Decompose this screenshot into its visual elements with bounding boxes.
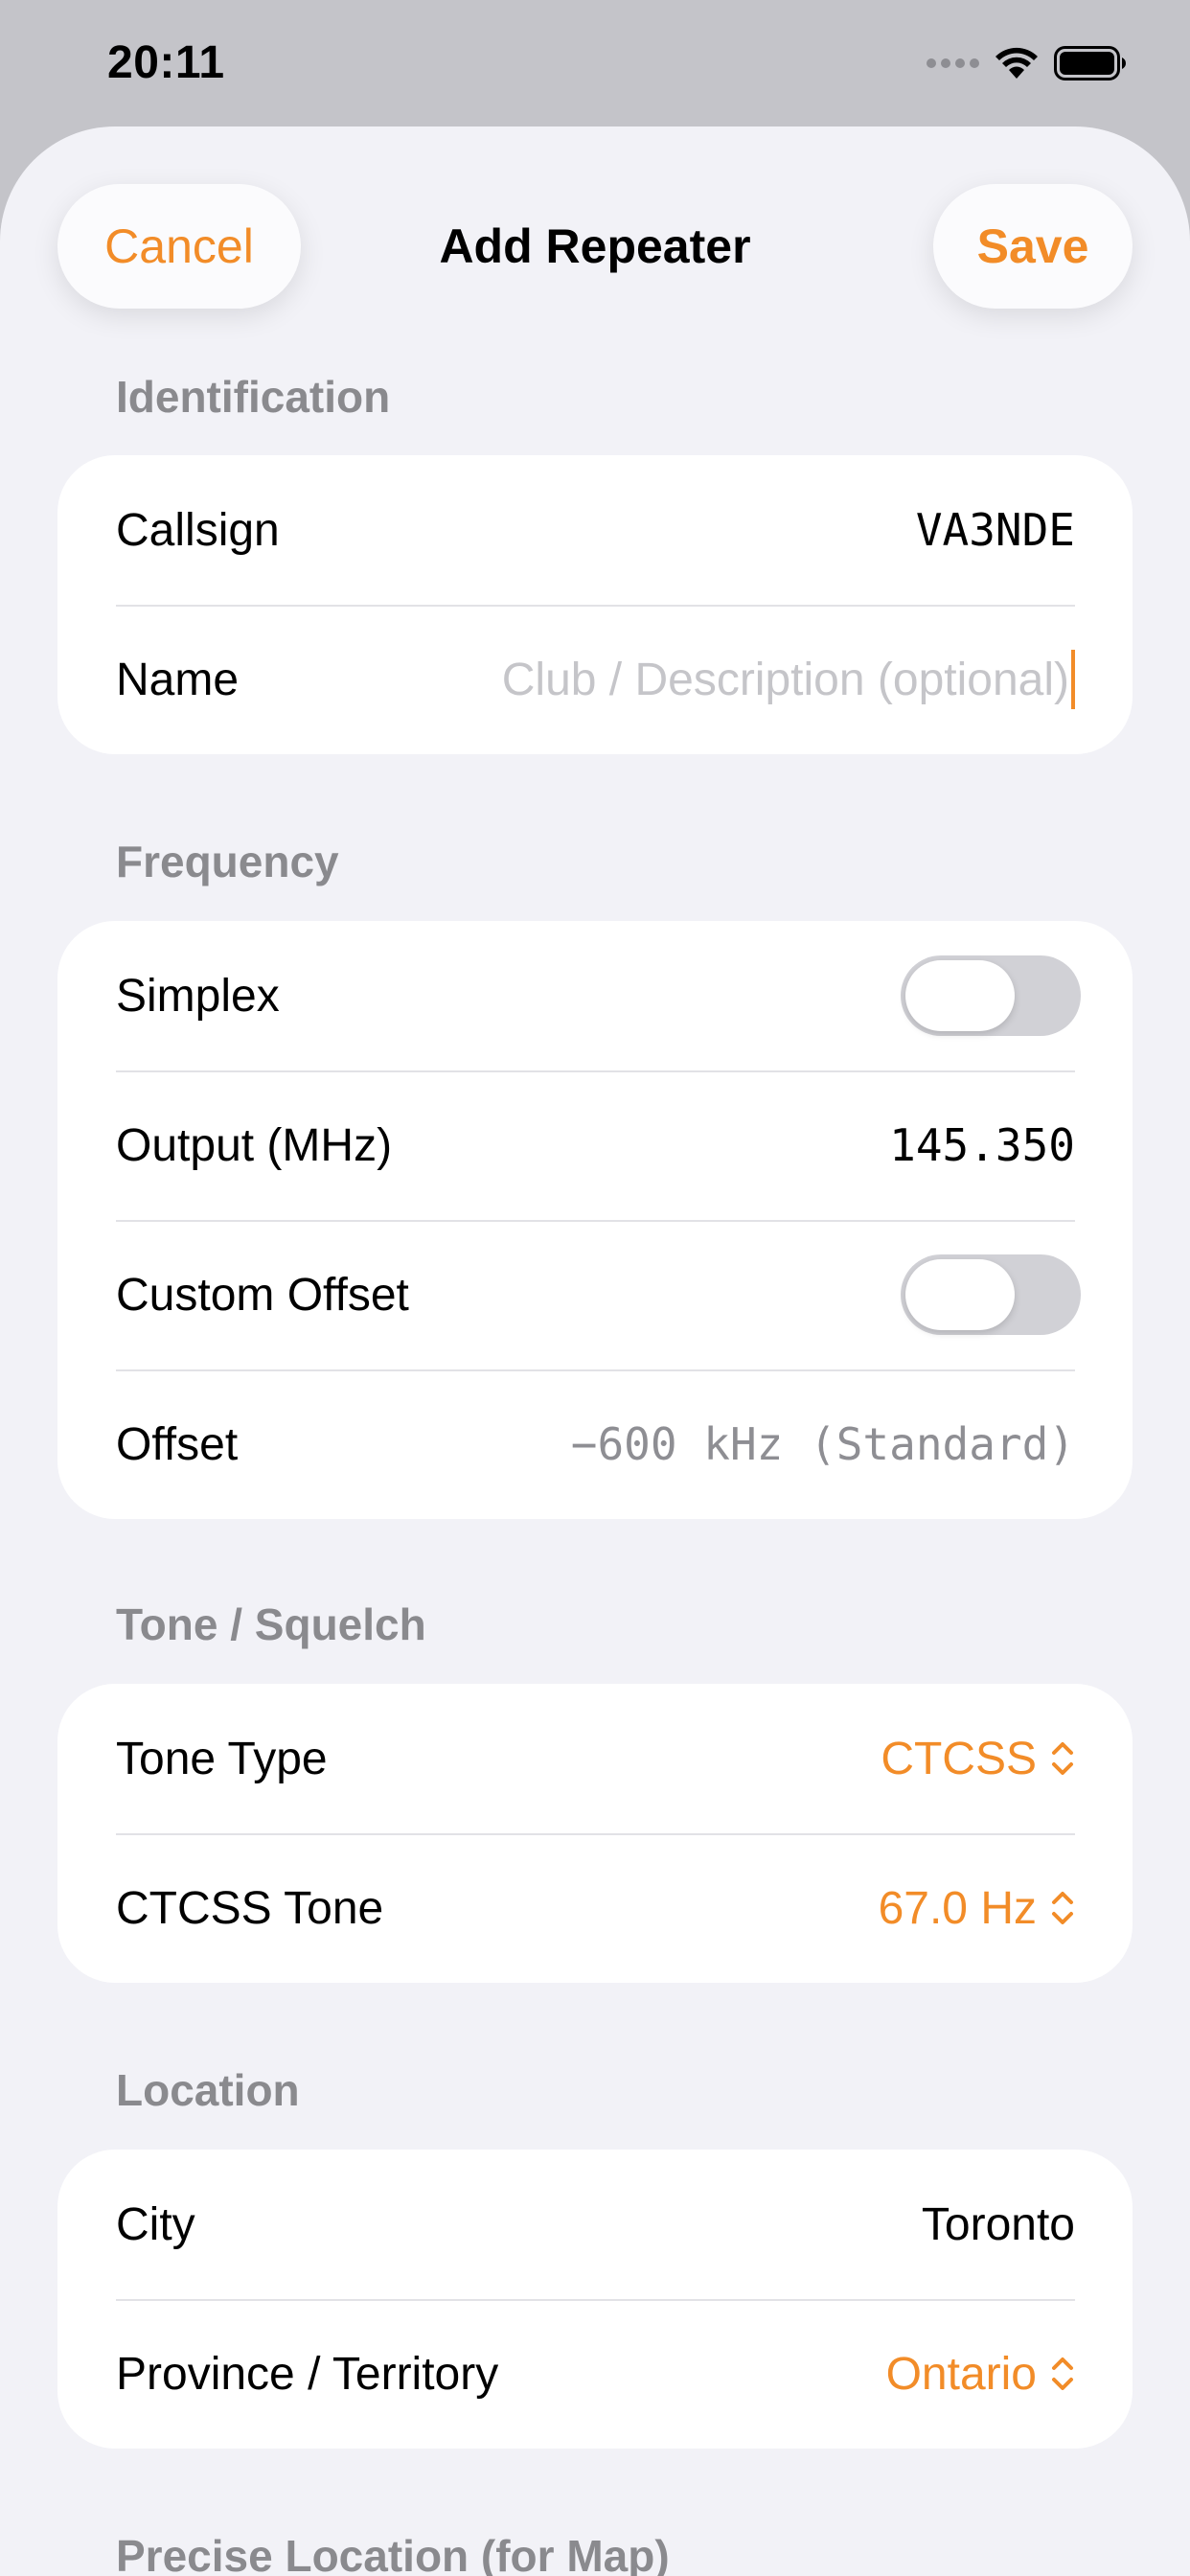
output-row[interactable]: Output (MHz) 145.350 [57,1070,1133,1220]
callsign-row[interactable]: Callsign VA3NDE [57,455,1133,605]
offset-row: Offset −600 kHz (Standard) [57,1369,1133,1519]
ctcss-tone-row[interactable]: CTCSS Tone 67.0 Hz [57,1833,1133,1983]
section-header-frequency: Frequency [116,837,339,886]
offset-label: Offset [116,1418,239,1470]
name-label: Name [116,654,240,705]
tone-type-value: CTCSS [881,1733,1037,1784]
ctcss-tone-label: CTCSS Tone [116,1882,384,1934]
battery-icon [1054,46,1126,80]
custom-offset-label: Custom Offset [116,1269,409,1321]
province-picker[interactable]: Ontario [886,2348,1075,2401]
province-label: Province / Territory [116,2348,499,2400]
name-row[interactable]: Name Club / Description (optional) [57,605,1133,754]
custom-offset-toggle[interactable] [901,1254,1081,1335]
simplex-row: Simplex [57,921,1133,1070]
chevron-up-down-icon [1052,1742,1073,1775]
tone-type-picker[interactable]: CTCSS [881,1733,1075,1785]
tone-card: Tone Type CTCSS CTCSS Tone 67.0 Hz [57,1684,1133,1983]
status-time: 20:11 [107,37,225,88]
city-row[interactable]: City Toronto [57,2150,1133,2299]
city-label: City [116,2198,195,2250]
ctcss-tone-value: 67.0 Hz [878,1882,1037,1934]
add-repeater-sheet: Cancel Add Repeater Save Identification … [0,126,1190,2576]
tone-type-row[interactable]: Tone Type CTCSS [57,1684,1133,1833]
tone-type-label: Tone Type [116,1733,328,1784]
section-header-precise-location: Precise Location (for Map) [116,2531,670,2576]
province-row[interactable]: Province / Territory Ontario [57,2299,1133,2449]
ctcss-tone-picker[interactable]: 67.0 Hz [879,1882,1075,1935]
frequency-card: Simplex Output (MHz) 145.350 Custom Offs… [57,921,1133,1519]
save-button[interactable]: Save [933,184,1133,309]
cellular-signal-icon [927,58,979,68]
simplex-label: Simplex [116,970,280,1022]
output-frequency-field[interactable]: 145.350 [889,1119,1075,1171]
section-header-location: Location [116,2065,300,2115]
text-cursor [1071,650,1075,709]
simplex-toggle[interactable] [901,955,1081,1036]
section-header-tone: Tone / Squelch [116,1599,426,1649]
identification-card: Callsign VA3NDE Name Club / Description … [57,455,1133,754]
section-header-identification: Identification [116,372,391,422]
name-field[interactable]: Club / Description (optional) [502,650,1075,709]
name-placeholder: Club / Description (optional) [501,654,1069,705]
custom-offset-row: Custom Offset [57,1220,1133,1369]
location-card: City Toronto Province / Territory Ontari… [57,2150,1133,2449]
status-bar: 20:11 [0,0,1190,126]
city-field[interactable]: Toronto [922,2198,1075,2251]
output-label: Output (MHz) [116,1119,393,1171]
province-value: Ontario [885,2348,1037,2400]
offset-value: −600 kHz (Standard) [570,1418,1075,1470]
chevron-up-down-icon [1052,1892,1073,1924]
callsign-field[interactable]: VA3NDE [916,504,1075,556]
status-icons [927,44,1127,82]
callsign-label: Callsign [116,504,280,556]
wifi-icon [995,47,1038,79]
chevron-up-down-icon [1052,2358,1073,2390]
